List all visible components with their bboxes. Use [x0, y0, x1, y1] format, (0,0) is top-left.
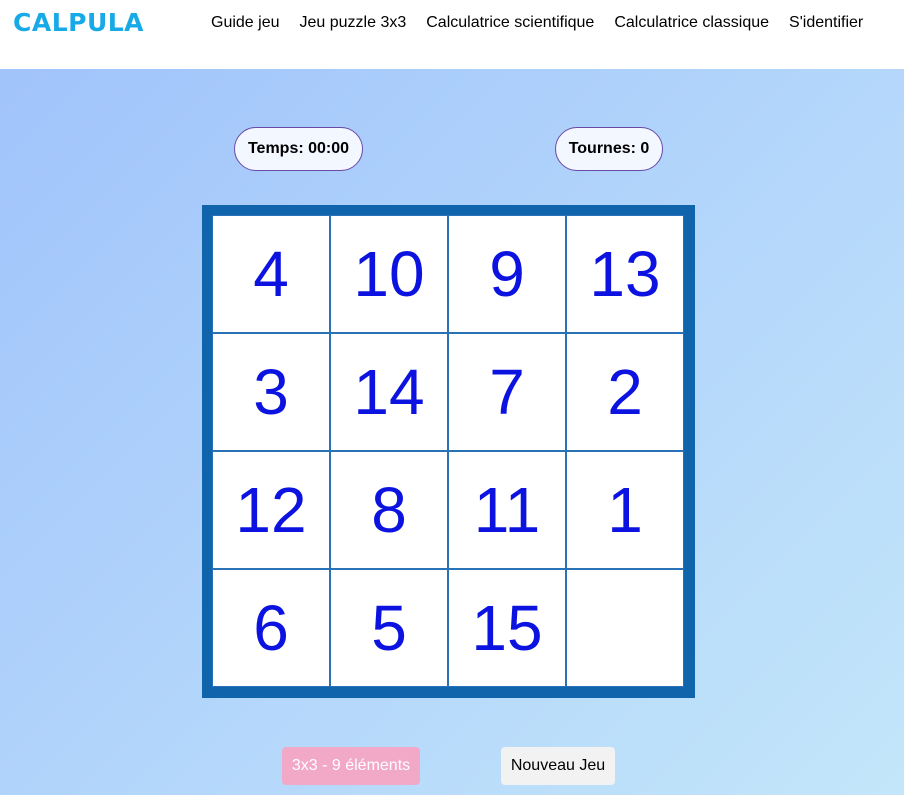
- puzzle-tile[interactable]: 2: [566, 333, 684, 451]
- new-game-button[interactable]: Nouveau Jeu: [501, 747, 615, 785]
- puzzle-tile[interactable]: 10: [330, 215, 448, 333]
- puzzle-tile[interactable]: 8: [330, 451, 448, 569]
- puzzle-tile[interactable]: 15: [448, 569, 566, 687]
- nav-link-puzzle-3x3[interactable]: Jeu puzzle 3x3: [300, 13, 407, 33]
- timer-display: Temps: 00:00: [234, 127, 363, 171]
- nav-link-classic-calculator[interactable]: Calculatrice classique: [614, 13, 769, 33]
- puzzle-tile-empty[interactable]: [566, 569, 684, 687]
- puzzle-tile[interactable]: 5: [330, 569, 448, 687]
- puzzle-tile[interactable]: 9: [448, 215, 566, 333]
- main-nav: Guide jeu Jeu puzzle 3x3 Calculatrice sc…: [211, 13, 863, 33]
- puzzle-tile[interactable]: 12: [212, 451, 330, 569]
- puzzle-tile[interactable]: 1: [566, 451, 684, 569]
- puzzle-tile[interactable]: 4: [212, 215, 330, 333]
- puzzle-tile[interactable]: 7: [448, 333, 566, 451]
- site-logo[interactable]: CALPULA: [13, 7, 144, 39]
- puzzle-tile[interactable]: 3: [212, 333, 330, 451]
- nav-link-scientific-calculator[interactable]: Calculatrice scientifique: [426, 13, 594, 33]
- puzzle-board: 4 10 9 13 3 14 7 2 12 8 11 1 6 5 15: [202, 205, 695, 698]
- nav-link-login[interactable]: S'identifier: [789, 13, 863, 33]
- puzzle-grid: 4 10 9 13 3 14 7 2 12 8 11 1 6 5 15: [212, 215, 684, 687]
- grid-size-button[interactable]: 3x3 - 9 éléments: [282, 747, 420, 785]
- puzzle-tile[interactable]: 6: [212, 569, 330, 687]
- puzzle-tile[interactable]: 11: [448, 451, 566, 569]
- site-header: CALPULA Guide jeu Jeu puzzle 3x3 Calcula…: [0, 0, 904, 69]
- nav-link-guide[interactable]: Guide jeu: [211, 13, 280, 33]
- puzzle-tile[interactable]: 13: [566, 215, 684, 333]
- moves-counter: Tournes: 0: [555, 127, 663, 171]
- puzzle-tile[interactable]: 14: [330, 333, 448, 451]
